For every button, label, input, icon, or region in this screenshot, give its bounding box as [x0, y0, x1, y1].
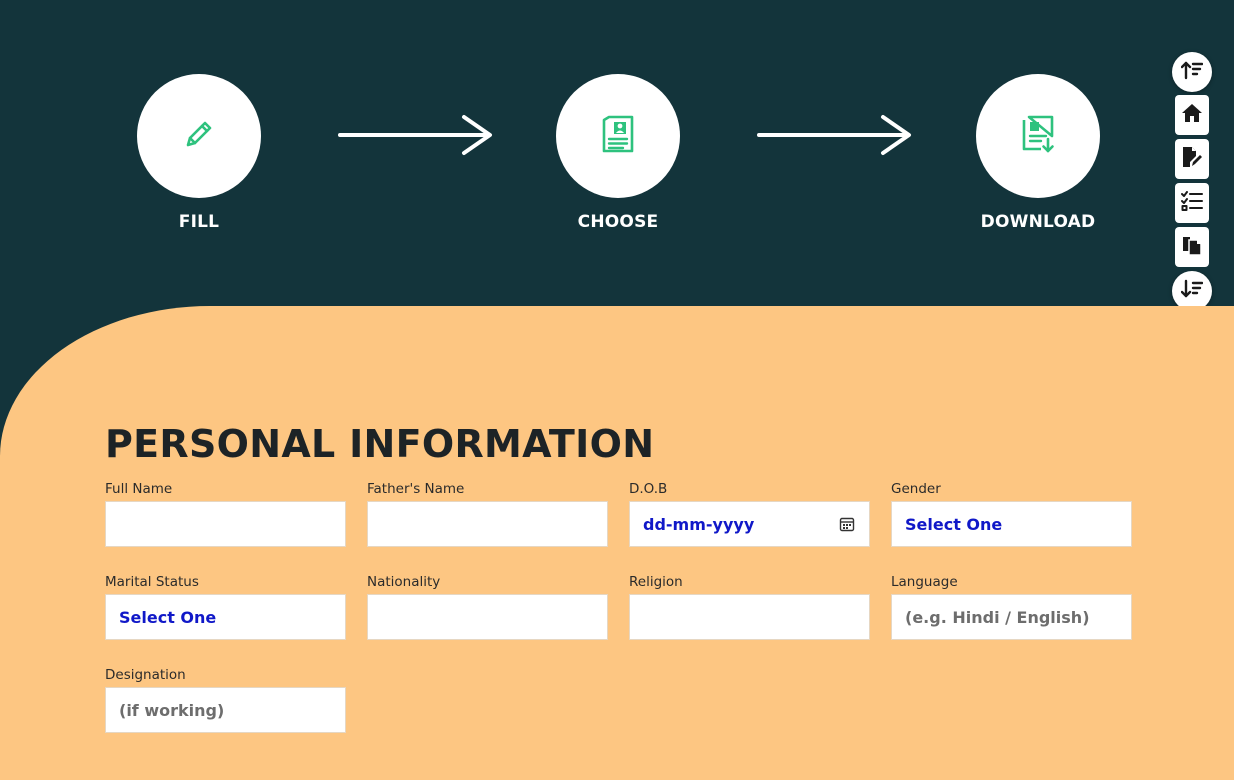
step-fill-label: FILL	[178, 212, 220, 232]
dob-field: D.O.B dd-mm-yyyy	[629, 480, 870, 547]
pencil-icon	[182, 117, 216, 155]
language-field: Language (e.g. Hindi / English)	[891, 573, 1132, 640]
gender-select[interactable]: Select One	[891, 501, 1132, 547]
fathers-name-input[interactable]	[367, 501, 608, 547]
step-choose[interactable]: CHOOSE	[556, 74, 680, 232]
dob-value: dd-mm-yyyy	[643, 514, 755, 534]
resume-document-icon	[601, 114, 635, 158]
download-document-icon	[1021, 114, 1055, 158]
checklist-button[interactable]	[1175, 183, 1209, 223]
step-fill[interactable]: FILL	[137, 74, 261, 232]
language-input[interactable]: (e.g. Hindi / English)	[891, 594, 1132, 640]
fathers-name-label: Father's Name	[367, 481, 465, 497]
full-name-input[interactable]	[105, 501, 346, 547]
religion-field: Religion	[629, 573, 870, 640]
home-button[interactable]	[1175, 95, 1209, 135]
sort-down-icon	[1180, 279, 1204, 303]
designation-field: Designation (if working)	[105, 666, 346, 733]
step-choose-label: CHOOSE	[577, 212, 659, 232]
marital-status-field: Marital Status Select One	[105, 573, 346, 640]
marital-status-label: Marital Status	[105, 574, 199, 590]
step-download-circle[interactable]	[976, 74, 1100, 198]
step-download-label: DOWNLOAD	[980, 212, 1096, 232]
dob-input[interactable]: dd-mm-yyyy	[629, 501, 870, 547]
step-fill-circle[interactable]	[137, 74, 261, 198]
section-title: PERSONAL INFORMATION	[105, 422, 655, 466]
step-choose-circle[interactable]	[556, 74, 680, 198]
designation-input[interactable]: (if working)	[105, 687, 346, 733]
religion-label: Religion	[629, 574, 683, 590]
language-label: Language	[891, 574, 958, 590]
gender-field: Gender Select One	[891, 480, 1132, 547]
full-name-label: Full Name	[105, 481, 173, 497]
dob-label: D.O.B	[629, 481, 668, 497]
sort-up-icon	[1180, 60, 1204, 84]
copy-button[interactable]	[1175, 227, 1209, 267]
scroll-top-button[interactable]	[1172, 52, 1212, 92]
religion-input[interactable]	[629, 594, 870, 640]
calendar-icon[interactable]	[839, 516, 855, 536]
edit-document-icon	[1181, 146, 1203, 172]
nationality-label: Nationality	[367, 574, 441, 590]
nationality-input[interactable]	[367, 594, 608, 640]
arrow-right-icon	[338, 114, 494, 162]
gender-label: Gender	[891, 481, 941, 497]
arrow-right-icon	[757, 114, 913, 162]
step-download[interactable]: DOWNLOAD	[976, 74, 1100, 232]
designation-label: Designation	[105, 667, 186, 683]
fathers-name-field: Father's Name	[367, 480, 608, 547]
nationality-field: Nationality	[367, 573, 608, 640]
marital-status-select[interactable]: Select One	[105, 594, 346, 640]
steps-header: FILL CHOOSE DOWNLOAD	[0, 0, 1234, 310]
checklist-icon	[1181, 191, 1203, 215]
home-icon	[1181, 103, 1203, 127]
scroll-bottom-button[interactable]	[1172, 271, 1212, 311]
copy-documents-icon	[1181, 234, 1203, 260]
edit-button[interactable]	[1175, 139, 1209, 179]
full-name-field: Full Name	[105, 480, 346, 547]
side-toolbar	[1172, 52, 1212, 311]
